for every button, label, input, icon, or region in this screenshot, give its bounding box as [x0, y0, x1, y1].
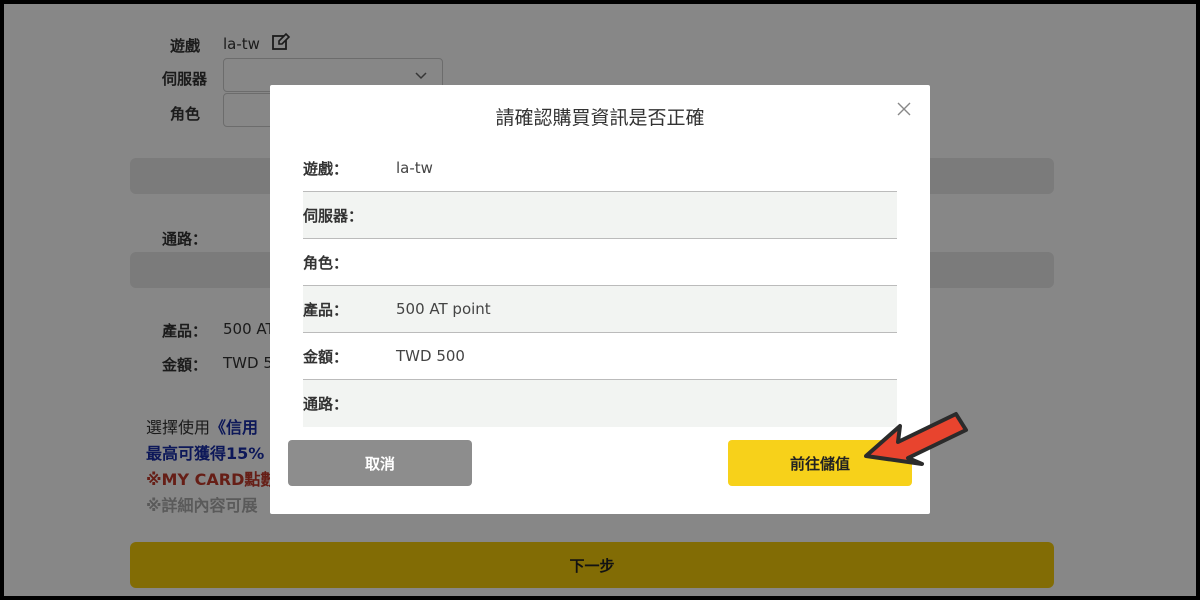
info-row: 角色： — [303, 239, 897, 286]
confirm-dialog: 請確認購買資訊是否正確 遊戲： la-tw 伺服器： 角色： 產品： 500 A… — [270, 85, 930, 514]
close-icon[interactable] — [896, 101, 912, 117]
info-row: 產品： 500 AT point — [303, 286, 897, 333]
info-row: 伺服器： — [303, 192, 897, 239]
info-label: 伺服器： — [303, 206, 364, 225]
info-value: TWD 500 — [396, 347, 465, 365]
pointer-arrow-icon — [864, 412, 968, 466]
purchase-info-table: 遊戲： la-tw 伺服器： 角色： 產品： 500 AT point 金額： … — [303, 145, 897, 427]
info-label: 角色： — [303, 253, 349, 272]
info-label: 遊戲： — [303, 159, 349, 178]
info-row: 遊戲： la-tw — [303, 145, 897, 192]
dialog-title: 請確認購買資訊是否正確 — [495, 107, 705, 129]
info-label: 通路： — [303, 395, 349, 413]
info-label: 產品： — [303, 300, 349, 319]
info-row: 通路： — [303, 380, 897, 427]
info-value: 500 AT point — [396, 300, 491, 318]
info-row: 金額： TWD 500 — [303, 333, 897, 380]
info-label: 金額： — [303, 347, 349, 366]
info-value: la-tw — [396, 159, 433, 177]
cancel-button[interactable]: 取消 — [288, 440, 472, 486]
page: 遊戲 la-tw 伺服器 角色 通路： 產品： 500 AT 金額： TWD 5… — [4, 4, 1196, 596]
